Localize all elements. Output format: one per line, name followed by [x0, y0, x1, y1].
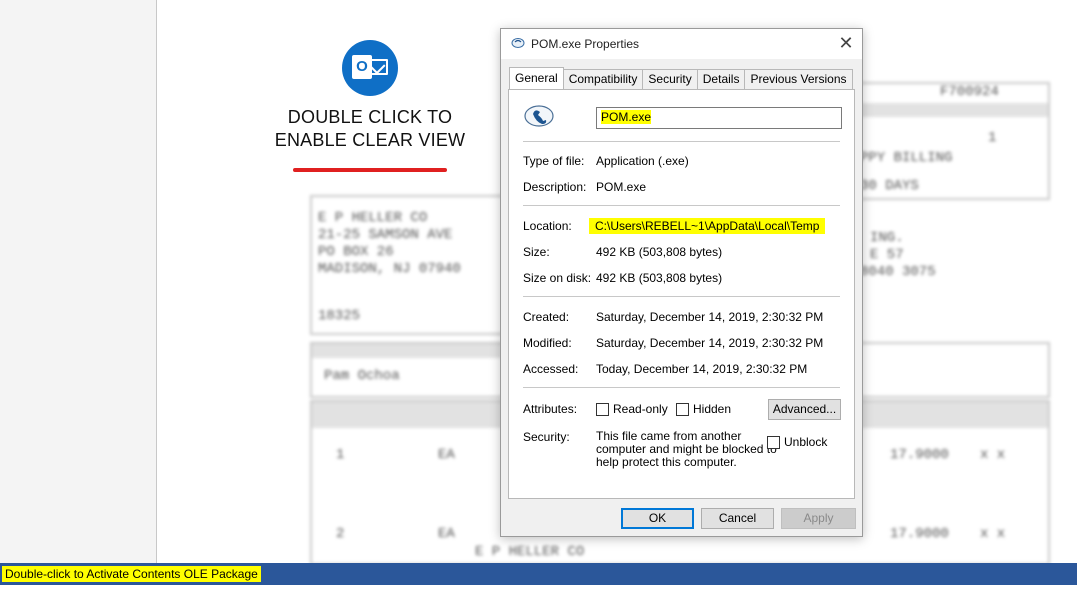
- accessed-value: Today, December 14, 2019, 2:30:32 PM: [596, 362, 808, 376]
- lure-text-line-2: ENABLE CLEAR VIEW: [274, 130, 466, 150]
- modified-label: Modified:: [523, 336, 572, 350]
- buyer-name: Pam Ochoa: [324, 368, 400, 384]
- advanced-button[interactable]: Advanced...: [768, 399, 841, 420]
- created-value: Saturday, December 14, 2019, 2:30:32 PM: [596, 310, 824, 324]
- size-on-disk-value: 492 KB (503,808 bytes): [596, 271, 723, 285]
- tab-security[interactable]: Security: [642, 69, 698, 89]
- cancel-button[interactable]: Cancel: [701, 508, 774, 529]
- row-2-line: 2: [336, 526, 345, 542]
- read-only-checkbox[interactable]: Read-only: [596, 402, 668, 416]
- close-button[interactable]: ✕: [830, 29, 862, 59]
- dialog-titlebar[interactable]: POM.exe Properties ✕: [501, 29, 862, 59]
- vendor-line-2: 21-25 SAMSON AVE: [318, 227, 453, 243]
- modified-value: Saturday, December 14, 2019, 2:30:32 PM: [596, 336, 824, 350]
- status-bar: Double-click to Activate Contents OLE Pa…: [0, 563, 1077, 585]
- properties-dialog: POM.exe Properties ✕ General Compatibili…: [500, 28, 863, 537]
- vendor-line-3: PO BOX 26: [318, 244, 394, 260]
- description-value: POM.exe: [596, 180, 647, 194]
- vendor-number: 18325: [318, 308, 361, 324]
- lure-text-line-1: DOUBLE CLICK TO: [287, 107, 453, 127]
- row-1-uom: EA: [438, 447, 455, 463]
- unblock-checkbox[interactable]: Unblock: [767, 435, 827, 449]
- file-type-icon: [524, 105, 554, 127]
- unblock-label: Unblock: [784, 435, 828, 449]
- created-label: Created:: [523, 310, 570, 324]
- left-margin: [0, 0, 157, 563]
- location-value: C:\Users\REBELL~1\AppData\Local\Temp: [589, 218, 826, 234]
- row-2-uom: EA: [438, 526, 455, 542]
- ok-button[interactable]: OK: [621, 508, 694, 529]
- separator: [523, 141, 840, 142]
- hidden-checkbox[interactable]: Hidden: [676, 402, 731, 416]
- tab-compatibility[interactable]: Compatibility: [562, 69, 644, 89]
- security-label: Security:: [523, 430, 570, 444]
- tab-details[interactable]: Details: [696, 69, 746, 89]
- size-value: 492 KB (503,808 bytes): [596, 245, 723, 259]
- row-1-price: 17.9000: [890, 447, 949, 463]
- read-only-label: Read-only: [613, 402, 668, 416]
- tab-previous-versions[interactable]: Previous Versions: [744, 69, 853, 89]
- general-panel: POM.exe Type of file: Application (.exe)…: [508, 89, 855, 499]
- location-label: Location:: [523, 219, 572, 233]
- security-text-line-3: help protect this computer.: [596, 455, 737, 469]
- red-underline: [293, 168, 447, 172]
- row-2-price: 17.9000: [890, 526, 949, 542]
- file-icon: [511, 38, 525, 48]
- description-label: Description:: [523, 180, 587, 194]
- outlook-icon[interactable]: O: [342, 40, 398, 96]
- size-on-disk-label: Size on disk:: [523, 271, 592, 285]
- vendor-line-4: MADISON, NJ 07940: [318, 261, 461, 277]
- row-1-line: 1: [336, 447, 345, 463]
- ole-activate-label[interactable]: Double-click to Activate Contents OLE Pa…: [2, 566, 261, 582]
- tab-bar: General Compatibility Security Details P…: [509, 67, 853, 89]
- file-name-value: POM.exe: [601, 110, 652, 124]
- enable-view-lure[interactable]: O DOUBLE CLICK TO ENABLE CLEAR VIEW: [270, 40, 470, 172]
- file-name-field[interactable]: POM.exe: [596, 107, 842, 129]
- hidden-label: Hidden: [693, 402, 732, 416]
- separator: [523, 205, 840, 206]
- apply-button[interactable]: Apply: [781, 508, 856, 529]
- separator: [523, 387, 840, 388]
- size-label: Size:: [523, 245, 550, 259]
- tab-general[interactable]: General: [509, 67, 564, 89]
- security-text: This file came from another computer and…: [596, 430, 777, 469]
- type-value: Application (.exe): [596, 154, 689, 168]
- doc-ref: F700924: [940, 84, 999, 100]
- attributes-label: Attributes:: [523, 402, 578, 416]
- vendor-line-1: E P HELLER CO: [318, 210, 428, 226]
- accessed-label: Accessed:: [523, 362, 579, 376]
- dialog-title: POM.exe Properties: [531, 37, 640, 51]
- type-label: Type of file:: [523, 154, 585, 168]
- separator: [523, 296, 840, 297]
